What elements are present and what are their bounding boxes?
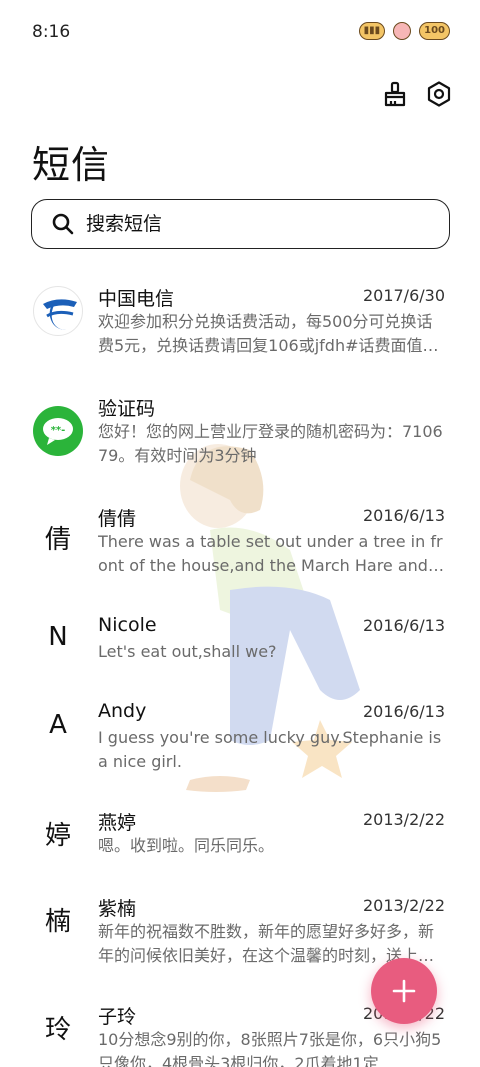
message-row-andy[interactable]: A Andy 2016/6/13 I guess you're some luc… (0, 700, 480, 800)
clean-brush-icon (384, 81, 406, 107)
sender-name: 燕婷 (98, 812, 137, 834)
search-bar[interactable] (31, 199, 450, 249)
message-row-verification-code[interactable]: **- 验证码 您好！您的网上营业厅登录的随机密码为：710679。有效时间为3… (0, 394, 480, 494)
message-date: 2016/6/13 (362, 702, 445, 721)
settings-gear-icon (427, 81, 451, 107)
status-icons: ▮▮▮ 100 (358, 22, 450, 40)
message-date: 2013/2/22 (362, 810, 445, 829)
sender-name: Nicole (98, 614, 157, 636)
signal-icon: ▮▮▮ (358, 22, 386, 40)
message-date: 2016/6/13 (362, 506, 445, 525)
message-date: 2013/2/22 (362, 896, 445, 915)
message-preview: Let's eat out,shall we? (98, 642, 277, 661)
sender-name: Andy (98, 700, 147, 722)
message-row-china-telecom[interactable]: 中国电信 2017/6/30 欢迎参加积分兑换话费活动，每500分可兑换话费5元… (0, 284, 480, 384)
avatar-initial: 婷 (44, 820, 71, 851)
new-message-button[interactable] (371, 958, 437, 1024)
message-date: 2016/6/13 (362, 616, 445, 635)
sender-name: 子玲 (98, 1006, 137, 1028)
search-icon (52, 213, 74, 235)
avatar-initial: 倩 (44, 524, 71, 555)
sender-name: 中国电信 (98, 288, 175, 310)
message-preview: 嗯。收到啦。同乐同乐。 (98, 836, 275, 855)
telecom-logo-icon (43, 299, 77, 330)
svg-text:**-: **- (51, 425, 66, 436)
avatar-initial: A (49, 710, 67, 740)
search-input[interactable] (86, 213, 406, 235)
chat-bubble-icon: **- (43, 418, 73, 445)
sender-name: 验证码 (98, 398, 156, 420)
avatar-initial: 楠 (44, 906, 71, 937)
page-title: 短信 (32, 143, 111, 187)
china-telecom-logo (33, 286, 83, 336)
message-preview: 欢迎参加积分兑换话费活动，每500分可兑换话费5元，兑换话费请回复106或jfd… (98, 312, 436, 355)
plus-icon (392, 979, 416, 1003)
clean-brush-button[interactable] (379, 78, 411, 110)
message-row-yanting[interactable]: 婷 燕婷 2013/2/22 嗯。收到啦。同乐同乐。 (0, 808, 480, 888)
pig-icon (393, 22, 412, 40)
message-preview: 10分想念9别的你，8张照片7张是你，6只小狗5只像你，4根骨头3根归你，2爪着… (98, 1030, 442, 1067)
message-preview: I guess you're some lucky guy.Stephanie … (98, 728, 442, 771)
settings-button[interactable] (423, 78, 455, 110)
message-preview: 您好！您的网上营业厅登录的随机密码为：710679。有效时间为3分钟 (98, 422, 443, 465)
avatar-initial: 玲 (44, 1014, 71, 1045)
sender-name: 倩倩 (98, 508, 137, 530)
message-row-nicole[interactable]: N Nicole 2016/6/13 Let's eat out,shall w… (0, 614, 480, 694)
chat-bubble-avatar: **- (33, 406, 83, 456)
avatar-initial: N (48, 622, 68, 652)
message-preview: There was a table set out under a tree i… (98, 532, 443, 575)
sender-name: 紫楠 (98, 898, 137, 920)
message-date: 2017/6/30 (362, 286, 445, 305)
status-time: 8:16 (32, 22, 71, 42)
message-row-qianqian[interactable]: 倩 倩倩 2016/6/13 There was a table set out… (0, 504, 480, 604)
status-bar: 8:16 ▮▮▮ 100 (0, 0, 480, 68)
battery-indicator: 100 (419, 22, 450, 40)
